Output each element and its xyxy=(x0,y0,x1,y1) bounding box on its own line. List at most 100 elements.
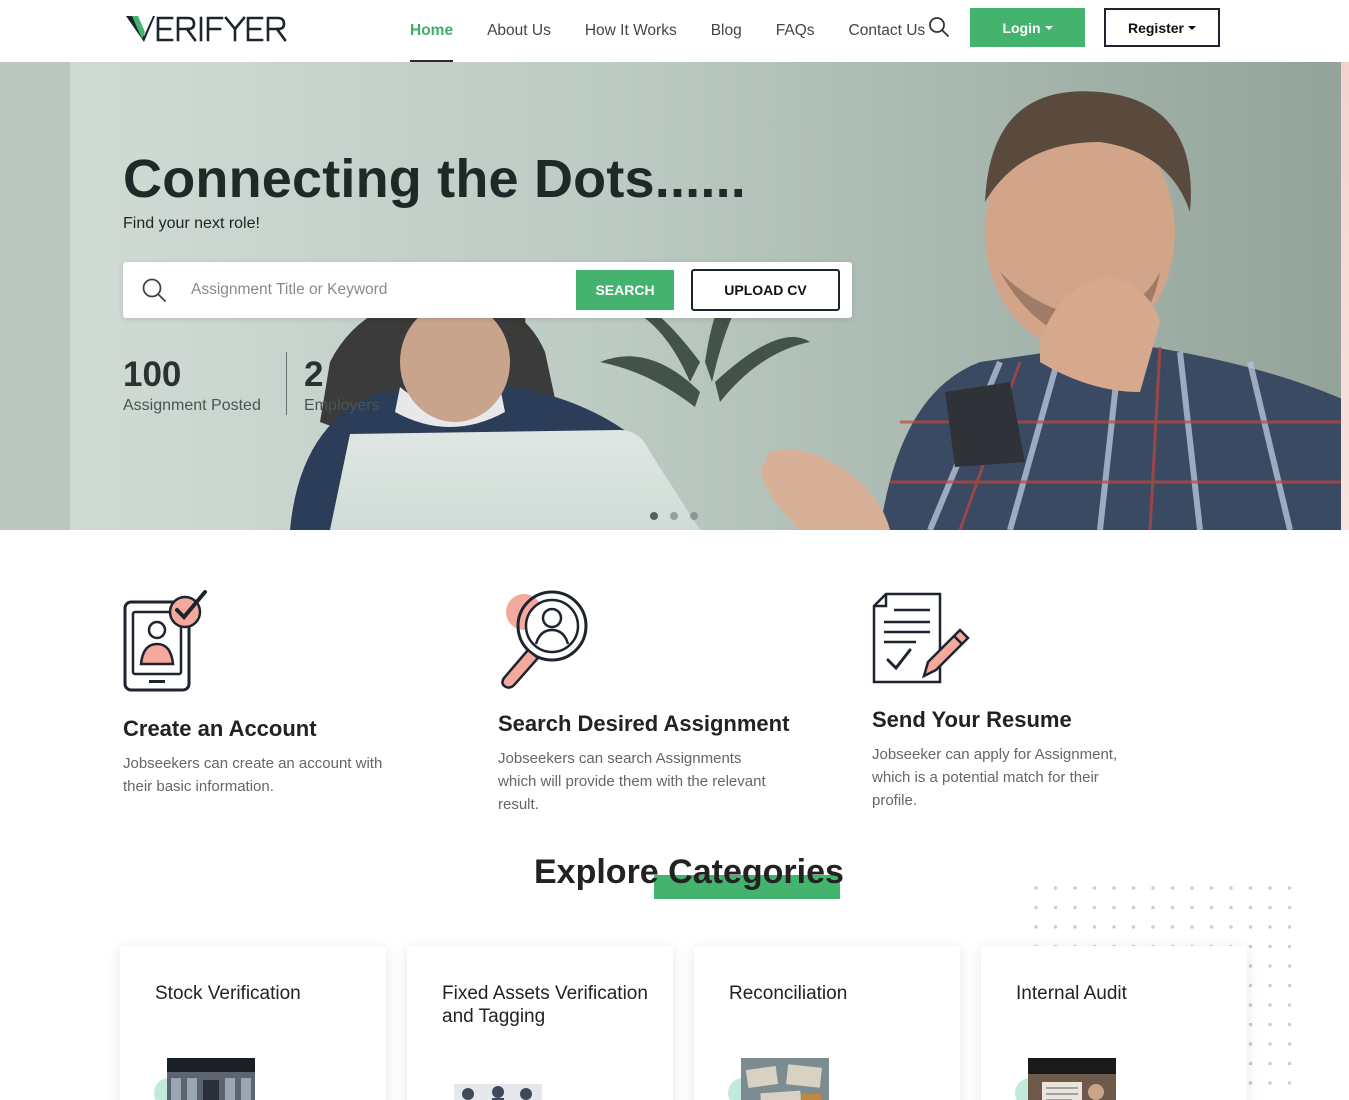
grid-dot xyxy=(1229,925,1233,929)
grid-dot xyxy=(1287,983,1292,988)
grid-dot xyxy=(1053,925,1058,929)
grid-dot xyxy=(1209,925,1214,929)
grid-dot xyxy=(1268,1042,1272,1046)
category-card-fixed-assets[interactable]: Fixed Assets Verification and Tagging xyxy=(407,946,673,1100)
category-title: Internal Audit xyxy=(1016,983,1127,1004)
grid-dot xyxy=(1287,964,1292,968)
navbar: Home About Us How It Works Blog FAQs Con… xyxy=(0,0,1349,62)
nav-blog[interactable]: Blog xyxy=(711,0,742,62)
grid-dot xyxy=(1034,925,1038,929)
login-button[interactable]: Login xyxy=(970,8,1085,47)
slider-dot[interactable] xyxy=(690,512,698,520)
grid-dot xyxy=(1131,886,1136,890)
stat-divider xyxy=(286,352,287,415)
stat-value: 100 xyxy=(123,355,182,394)
assignment-search-bar: SEARCH UPLOAD CV xyxy=(123,262,852,318)
assignment-search-input[interactable] xyxy=(191,276,563,304)
grid-dot xyxy=(1287,905,1292,910)
categories-heading: Explore Categories xyxy=(534,853,844,892)
grid-dot xyxy=(1268,886,1272,890)
slider-dots xyxy=(650,512,698,520)
stat-assignments: 100 Assignment Posted xyxy=(123,355,261,415)
feature-send-resume: Send Your Resume Jobseeker can apply for… xyxy=(872,592,1162,812)
document-pen-icon xyxy=(872,592,970,684)
grid-dot xyxy=(1229,905,1233,910)
grid-dot xyxy=(1268,905,1272,910)
category-title: Stock Verification xyxy=(155,983,301,1004)
chevron-down-icon xyxy=(1044,25,1053,30)
slider-dot[interactable] xyxy=(670,512,678,520)
search-button[interactable]: SEARCH xyxy=(576,270,674,310)
grid-dot xyxy=(1268,964,1272,968)
grid-dot xyxy=(1053,886,1058,890)
slider-dot[interactable] xyxy=(650,512,658,520)
category-image xyxy=(741,1058,829,1100)
grid-dot xyxy=(1287,1042,1292,1046)
stat-label: Employers xyxy=(304,397,380,414)
grid-dot xyxy=(1248,1042,1253,1046)
category-image xyxy=(454,1084,542,1100)
stat-employers: 2 Employers xyxy=(304,355,380,415)
hero-banner: Connecting the Dots...... Find your next… xyxy=(0,62,1349,530)
grid-dot xyxy=(1248,1003,1253,1007)
register-button[interactable]: Register xyxy=(1104,8,1220,47)
grid-dot xyxy=(1073,905,1077,910)
grid-dot xyxy=(1190,905,1194,910)
grid-dot xyxy=(1268,925,1272,929)
category-title: Fixed Assets Verification and Tagging xyxy=(442,983,648,1027)
grid-dot xyxy=(1190,886,1194,890)
nav-how-it-works[interactable]: How It Works xyxy=(585,0,677,62)
grid-dot xyxy=(1112,886,1116,890)
grid-dot xyxy=(1170,925,1175,929)
hero-subtitle: Find your next role! xyxy=(123,215,260,232)
grid-dot xyxy=(1248,1022,1253,1027)
search-icon xyxy=(141,277,167,303)
upload-cv-button[interactable]: UPLOAD CV xyxy=(691,269,840,311)
grid-dot xyxy=(1151,925,1155,929)
grid-dot xyxy=(1248,905,1253,910)
heading-part-categories: Categories xyxy=(668,853,844,891)
grid-dot xyxy=(1287,944,1292,949)
feature-description: Jobseekers can search Assignments which … xyxy=(498,750,766,813)
grid-dot xyxy=(1190,925,1194,929)
feature-title: Create an Account xyxy=(123,716,317,741)
nav-home[interactable]: Home xyxy=(410,0,454,62)
nav-contact-us[interactable]: Contact Us xyxy=(849,0,926,62)
grid-dot xyxy=(1092,905,1097,910)
stat-label: Assignment Posted xyxy=(123,397,261,414)
grid-dot xyxy=(1287,1081,1292,1085)
grid-dot xyxy=(1034,886,1038,890)
feature-description: Jobseekers can create an account with th… xyxy=(123,755,383,795)
grid-dot xyxy=(1209,886,1214,890)
grid-dot xyxy=(1287,886,1292,890)
grid-dot xyxy=(1248,1061,1253,1066)
feature-create-account: Create an Account Jobseekers can create … xyxy=(123,588,413,798)
category-title: Reconciliation xyxy=(729,983,848,1004)
register-label: Register xyxy=(1127,19,1185,36)
category-image xyxy=(167,1058,255,1100)
nav-faqs[interactable]: FAQs xyxy=(776,0,815,62)
hero-title: Connecting the Dots...... xyxy=(123,149,746,209)
grid-dot xyxy=(1248,925,1253,929)
login-label: Login xyxy=(1002,19,1041,36)
category-image xyxy=(1028,1058,1116,1100)
grid-dot xyxy=(1287,1061,1292,1066)
category-card-stock-verification[interactable]: Stock Verification xyxy=(120,946,386,1100)
grid-dot xyxy=(1268,1022,1272,1027)
category-card-internal-audit[interactable]: Internal Audit xyxy=(981,946,1247,1100)
grid-dot xyxy=(1151,886,1155,890)
grid-dot xyxy=(1268,983,1272,988)
verifyer-logo[interactable] xyxy=(124,12,296,46)
chevron-down-icon xyxy=(1188,25,1197,30)
grid-dot xyxy=(1229,886,1233,890)
grid-dot xyxy=(1092,886,1097,890)
category-card-reconciliation[interactable]: Reconciliation xyxy=(694,946,960,1100)
grid-dot xyxy=(1268,944,1272,949)
feature-search-assignment: Search Desired Assignment Jobseekers can… xyxy=(498,588,789,816)
feature-description: Jobseeker can apply for Assignment, whic… xyxy=(872,746,1118,809)
search-icon[interactable] xyxy=(928,16,950,38)
grid-dot xyxy=(1209,905,1214,910)
nav-about-us[interactable]: About Us xyxy=(487,0,551,62)
grid-dot xyxy=(1092,925,1097,929)
stat-value: 2 xyxy=(304,355,324,394)
